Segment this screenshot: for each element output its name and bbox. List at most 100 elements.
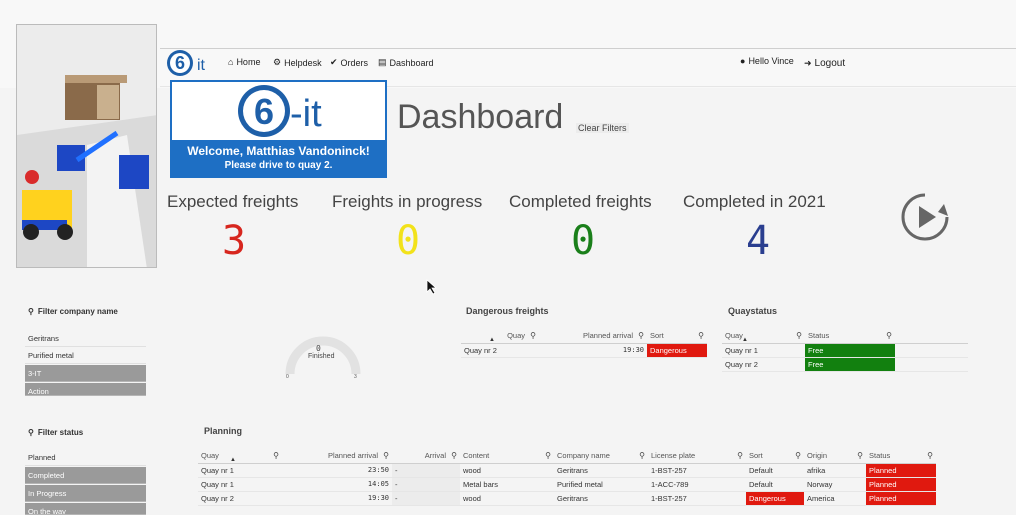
- play-icon[interactable]: [900, 192, 950, 242]
- cell-status: Free: [805, 343, 895, 358]
- kpi-completed-year-value: 4: [746, 218, 771, 264]
- column-header-quay[interactable]: Quay ⚲: [198, 449, 282, 464]
- search-icon[interactable]: ⚲: [28, 428, 34, 437]
- cell-content: wood: [460, 463, 554, 478]
- search-icon[interactable]: ⚲: [451, 451, 457, 460]
- search-icon[interactable]: ⚲: [638, 331, 644, 340]
- search-icon[interactable]: ⚲: [857, 451, 863, 460]
- nav-home-label: Home: [236, 57, 261, 67]
- column-header-quay[interactable]: Quay ⚲: [461, 329, 539, 344]
- kpi-expected-value: 3: [222, 218, 247, 264]
- column-label: License plate: [651, 451, 696, 461]
- column-header-status[interactable]: Status ⚲: [805, 329, 895, 344]
- svg-text:6: 6: [175, 53, 185, 73]
- cart-icon: ✔: [330, 57, 338, 67]
- filter-status-item[interactable]: Completed: [25, 467, 146, 484]
- cell-company-name: Purified metal: [554, 477, 648, 492]
- cell-license-plate: 1-ACC-789: [648, 477, 746, 492]
- nav-dashboard[interactable]: ▤ Dashboard: [378, 57, 434, 68]
- column-label: Quay: [725, 331, 743, 341]
- cell-quay: Quay nr 2: [722, 357, 805, 372]
- filter-status-item[interactable]: In Progress: [25, 485, 146, 502]
- logout-link[interactable]: ➜ Logout: [804, 58, 845, 69]
- column-header-company-name[interactable]: Company name ⚲: [554, 449, 648, 464]
- column-header-origin[interactable]: Origin ⚲: [804, 449, 866, 464]
- svg-text:it: it: [197, 57, 206, 74]
- table-row[interactable]: Quay nr 2 19:30 - wood Geritrans 1-BST-2…: [198, 491, 936, 506]
- column-header-planned-arrival[interactable]: Planned arrival ⚲: [539, 329, 647, 344]
- table-row[interactable]: Quay nr 1 23:50 - wood Geritrans 1-BST-2…: [198, 463, 936, 478]
- logout-label: Logout: [814, 58, 846, 69]
- search-icon[interactable]: ⚲: [698, 331, 704, 340]
- cell-origin: afrika: [804, 463, 866, 478]
- column-header-quay[interactable]: Quay ⚲: [722, 329, 805, 344]
- cell-planned-arrival: 19:30: [539, 343, 647, 358]
- dangerous-freights-title: Dangerous freights: [466, 306, 549, 316]
- svg-text:6: 6: [254, 91, 274, 132]
- nav-orders[interactable]: ✔ Orders: [330, 57, 368, 68]
- search-icon[interactable]: ⚲: [886, 331, 892, 340]
- search-icon[interactable]: ⚲: [273, 451, 279, 460]
- column-header-arrival[interactable]: Arrival ⚲: [392, 449, 460, 464]
- quaystatus-table: Quay ⚲ Status ⚲ Quay nr 1 Free Quay nr 2 F…: [722, 329, 968, 372]
- filter-status-item[interactable]: Planned: [25, 449, 146, 466]
- kpi-completed-value: 0: [571, 218, 596, 264]
- column-header-status[interactable]: Status ⚲: [866, 449, 936, 464]
- cell-quay: Quay nr 1: [198, 463, 282, 478]
- cell-sort: Default: [746, 463, 804, 478]
- nav-helpdesk-label: Helpdesk: [284, 57, 322, 68]
- filter-company-item[interactable]: Action: [25, 383, 146, 396]
- sort-ascending-icon: ▲: [489, 337, 495, 343]
- search-icon[interactable]: ⚲: [383, 451, 389, 460]
- filter-company-item[interactable]: 3-IT: [25, 365, 146, 382]
- filter-company-item[interactable]: Purified metal: [25, 347, 146, 364]
- cell-arrival: -: [392, 463, 460, 478]
- headset-icon: ⚙: [273, 57, 282, 67]
- search-icon[interactable]: ⚲: [28, 307, 34, 316]
- filter-status-title: Filter status: [37, 428, 84, 437]
- column-header-content[interactable]: Content ⚲: [460, 449, 554, 464]
- cell-sort: Dangerous: [647, 343, 707, 358]
- gauge-label: Finished: [308, 353, 335, 360]
- nav-home[interactable]: ⌂ Home: [228, 57, 260, 67]
- gauge-min: 0: [286, 374, 289, 380]
- filter-status-header: ⚲ Filter status: [28, 428, 83, 437]
- cell-planned-arrival: 23:50: [282, 463, 392, 478]
- column-label: Origin: [807, 451, 828, 461]
- cell-status: Free: [805, 357, 895, 372]
- planning-table: Quay ⚲ Planned arrival ⚲ Arrival ⚲ Content ⚲…: [198, 449, 936, 506]
- home-icon: ⌂: [228, 57, 234, 67]
- column-label: Status: [869, 451, 891, 461]
- welcome-panel: 6 -it Welcome, Matthias Vandoninck! Plea…: [170, 80, 387, 178]
- cell-quay: Quay nr 1: [722, 343, 805, 358]
- sort-ascending-icon: ▲: [742, 337, 748, 343]
- column-header-sort[interactable]: Sort ⚲: [647, 329, 707, 344]
- search-icon[interactable]: ⚲: [737, 451, 743, 460]
- search-icon[interactable]: ⚲: [927, 451, 933, 460]
- gauge-max: 3: [354, 374, 357, 380]
- column-header-license-plate[interactable]: License plate ⚲: [648, 449, 746, 464]
- logout-icon: ➜: [804, 58, 812, 68]
- table-row[interactable]: Quay nr 2 19:30 Dangerous: [461, 343, 707, 358]
- brand-logo[interactable]: 6 it: [167, 48, 215, 78]
- nav-helpdesk[interactable]: ⚙ Helpdesk: [273, 57, 322, 68]
- column-label: Sort: [749, 451, 763, 461]
- filter-company-item[interactable]: Geritrans: [25, 330, 146, 347]
- search-icon[interactable]: ⚲: [530, 331, 536, 340]
- search-icon[interactable]: ⚲: [796, 331, 802, 340]
- search-icon[interactable]: ⚲: [545, 451, 551, 460]
- search-icon[interactable]: ⚲: [639, 451, 645, 460]
- search-icon[interactable]: ⚲: [795, 451, 801, 460]
- table-row[interactable]: Quay nr 2 Free: [722, 357, 968, 372]
- column-header-empty: [895, 329, 968, 344]
- table-row[interactable]: Quay nr 1 Free: [722, 343, 968, 358]
- column-header-sort[interactable]: Sort ⚲: [746, 449, 804, 464]
- column-label: Sort: [650, 331, 664, 341]
- svg-text:-it: -it: [290, 93, 322, 135]
- user-greeting[interactable]: ● Hello Vince: [740, 56, 794, 66]
- column-header-planned-arrival[interactable]: Planned arrival ⚲: [282, 449, 392, 464]
- table-row[interactable]: Quay nr 1 14:05 - Metal bars Purified me…: [198, 477, 936, 492]
- clear-filters-button[interactable]: Clear Filters: [576, 123, 629, 133]
- planning-title: Planning: [204, 426, 242, 436]
- filter-status-item[interactable]: On the way: [25, 503, 146, 515]
